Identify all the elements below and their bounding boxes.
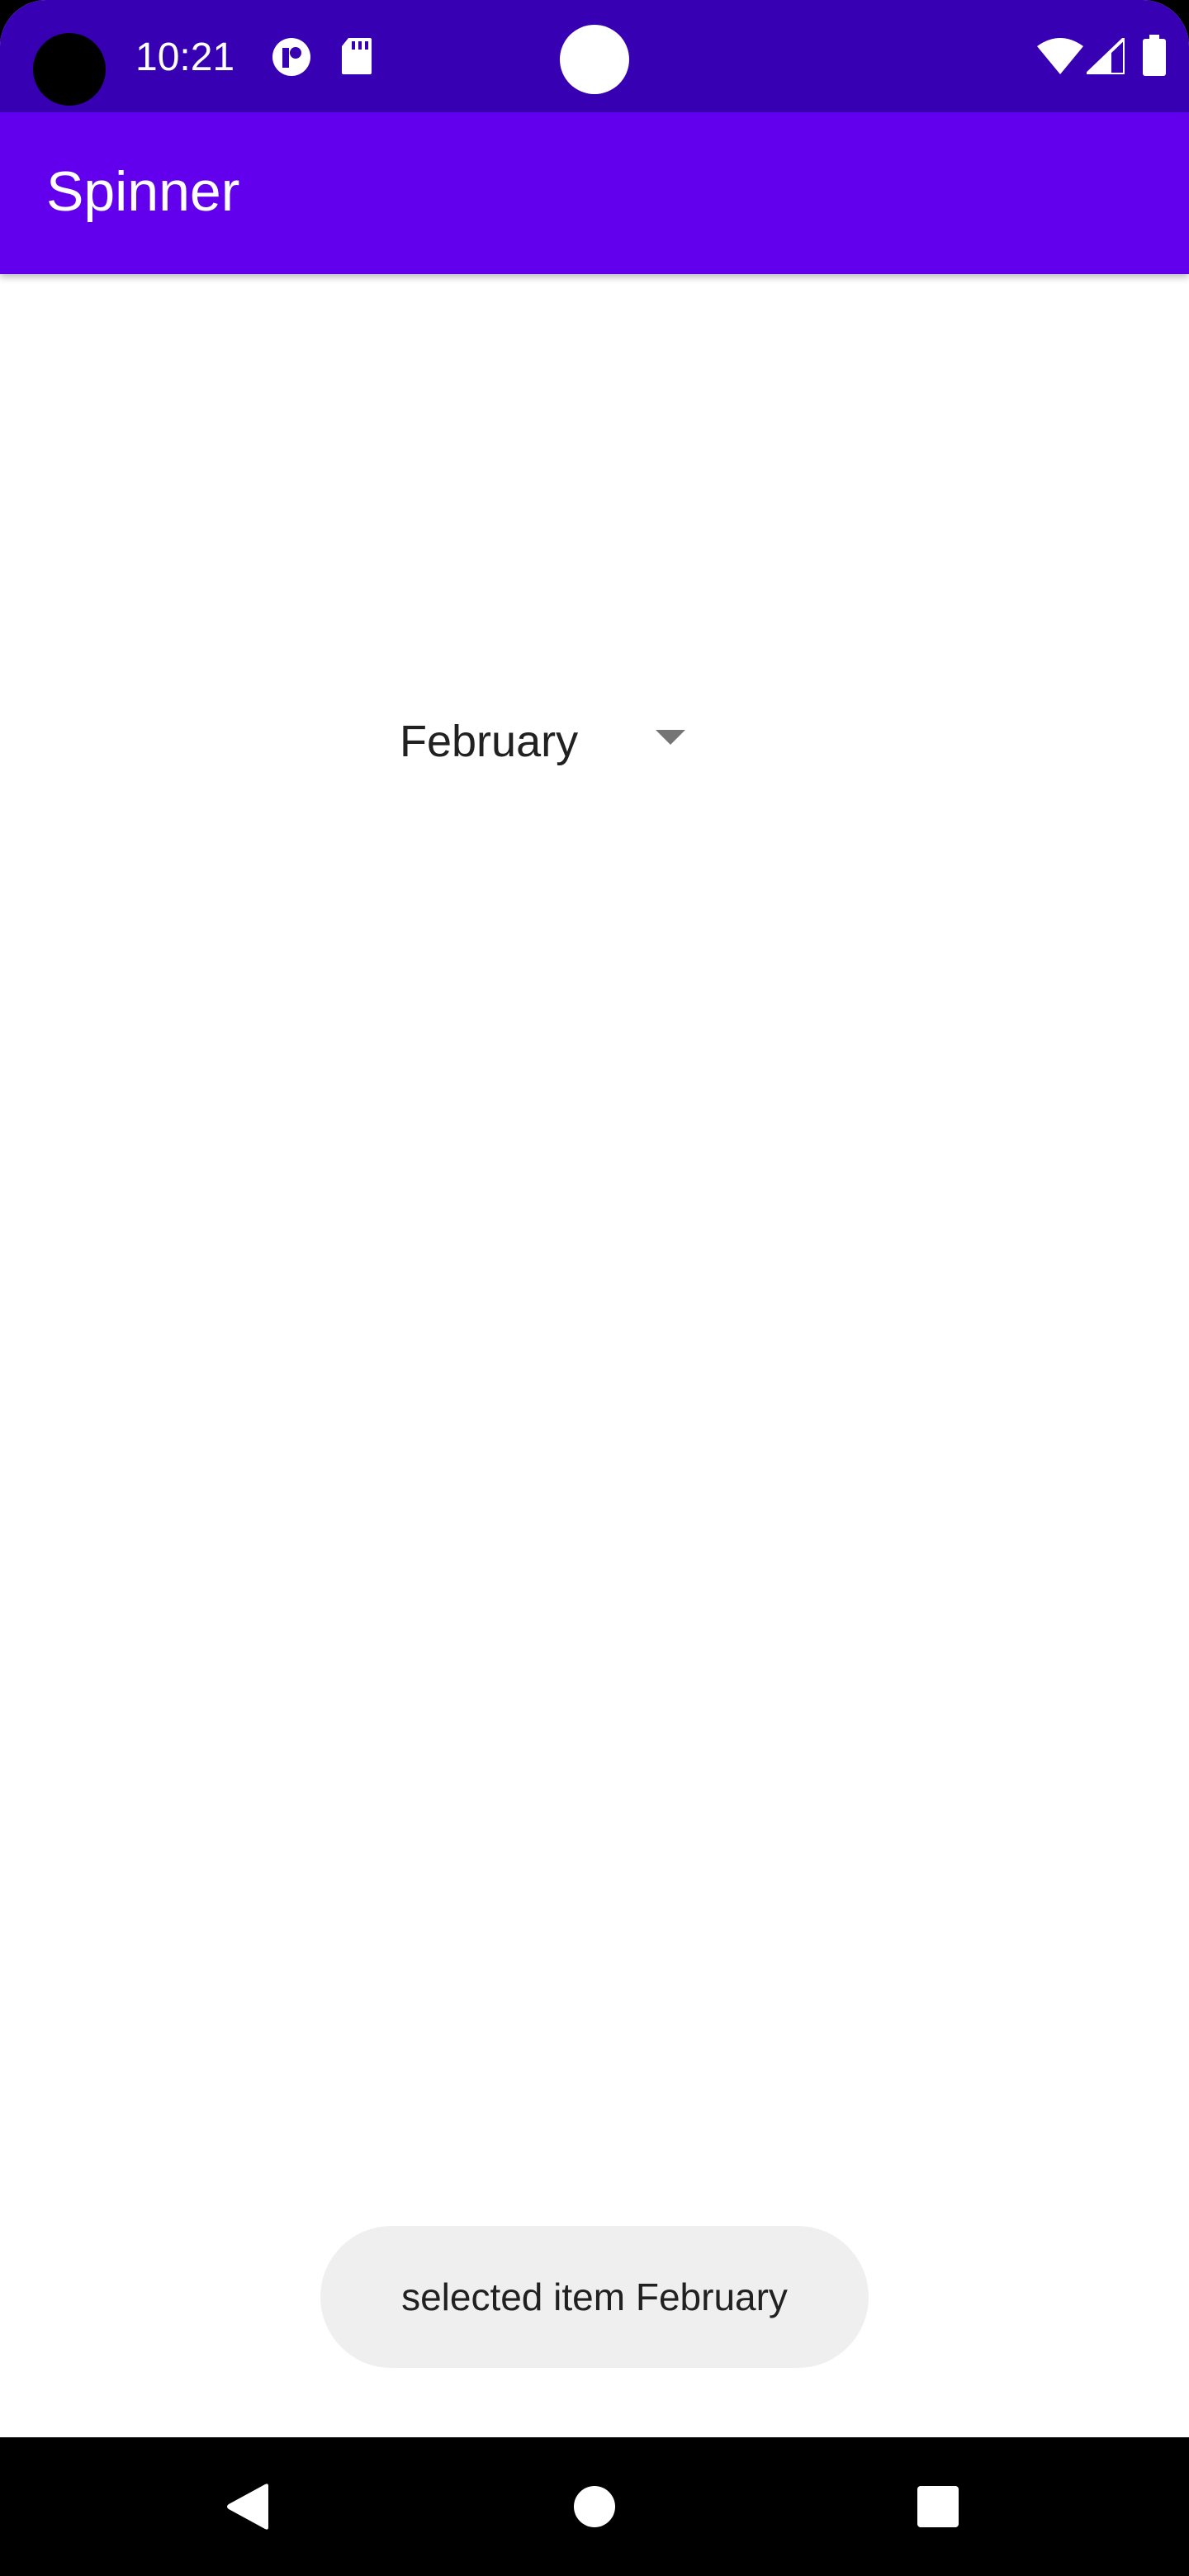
sd-card-icon	[340, 36, 373, 80]
home-icon	[574, 2486, 615, 2527]
toast-text: selected item February	[401, 2275, 788, 2318]
app-notification-icon	[271, 36, 312, 82]
spinner-selected-value: February	[400, 717, 579, 766]
app-screen: 10:21 Spinner February selected item Feb…	[0, 0, 1189, 2576]
home-button[interactable]	[528, 2437, 661, 2576]
cell-signal-icon	[1082, 34, 1126, 78]
camera-cutout	[33, 33, 106, 106]
toast-message: selected item February	[320, 2226, 869, 2368]
battery-icon	[1143, 35, 1166, 80]
app-bar: Spinner	[0, 112, 1189, 274]
navigation-bar	[0, 2437, 1189, 2576]
center-status-dot	[560, 25, 629, 94]
recents-button[interactable]	[872, 2437, 1004, 2576]
back-button[interactable]	[182, 2437, 314, 2576]
status-bar: 10:21	[0, 0, 1189, 112]
status-time: 10:21	[135, 36, 235, 79]
recents-icon	[917, 2486, 959, 2527]
month-spinner[interactable]: February	[377, 694, 707, 786]
dropdown-arrow-icon	[656, 730, 685, 745]
app-title: Spinner	[46, 160, 240, 223]
back-icon	[227, 2484, 268, 2530]
wifi-icon	[1037, 38, 1083, 78]
